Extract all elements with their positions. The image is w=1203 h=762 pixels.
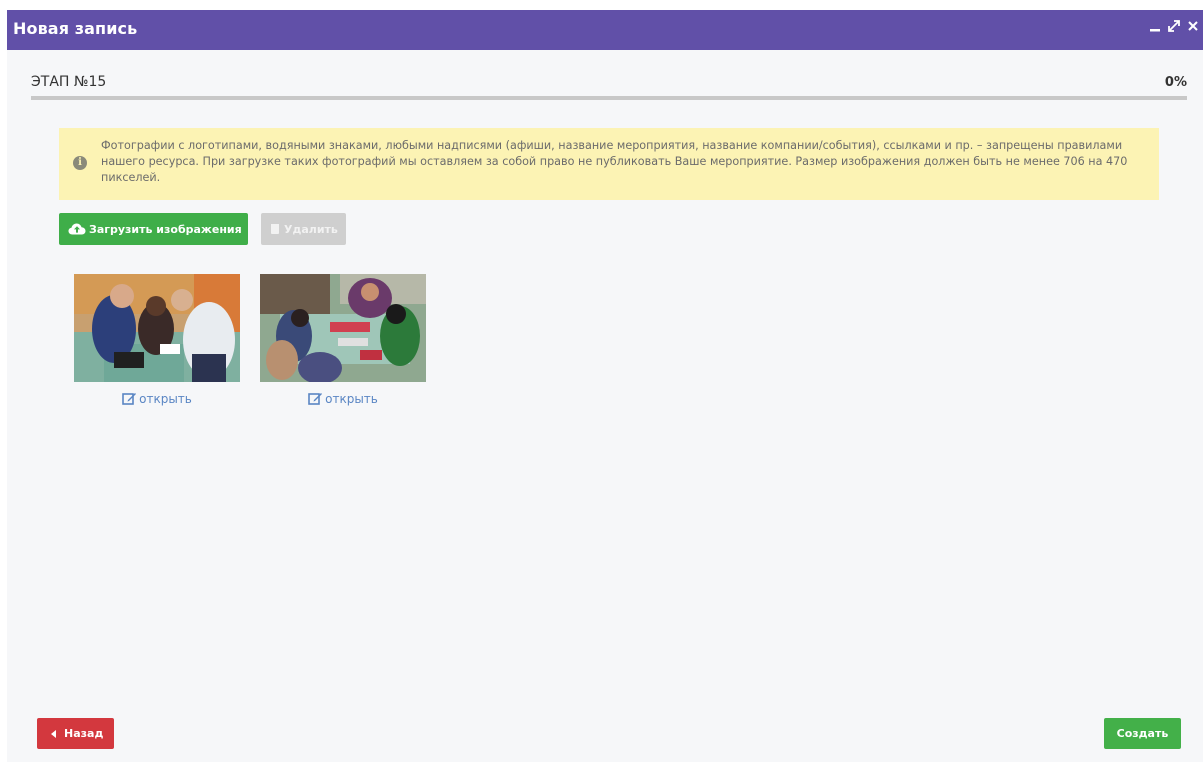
back-button[interactable]: Назад xyxy=(37,718,114,749)
uploaded-image-thumbnail[interactable] xyxy=(260,274,426,382)
create-button-label: Создать xyxy=(1116,727,1169,740)
edit-icon xyxy=(308,393,323,405)
close-icon[interactable] xyxy=(1187,18,1199,38)
stage-label: ЭТАП №15 xyxy=(31,74,107,90)
info-alert: i Фотографии с логотипами, водяными знак… xyxy=(59,128,1159,200)
alert-text: Фотографии с логотипами, водяными знакам… xyxy=(101,139,1128,184)
trash-icon xyxy=(271,224,279,234)
back-button-label: Назад xyxy=(64,727,104,740)
open-link-label: открыть xyxy=(139,391,192,406)
dialog-titlebar[interactable]: Новая запись xyxy=(7,10,1203,50)
minimize-icon[interactable] xyxy=(1149,18,1161,38)
image-card: открыть xyxy=(260,274,426,406)
delete-button[interactable]: Удалить xyxy=(261,213,346,245)
image-card: открыть xyxy=(74,274,240,406)
window-controls xyxy=(1149,18,1199,38)
dialog-title: Новая запись xyxy=(13,19,138,38)
uploaded-image-thumbnail[interactable] xyxy=(74,274,240,382)
open-link-label: открыть xyxy=(325,391,378,406)
cloud-upload-icon xyxy=(68,223,86,235)
info-icon: i xyxy=(73,156,87,170)
open-image-link[interactable]: открыть xyxy=(260,391,426,406)
open-image-link[interactable]: открыть xyxy=(74,391,240,406)
caret-left-icon xyxy=(51,729,56,738)
maximize-icon[interactable] xyxy=(1167,18,1181,38)
create-button[interactable]: Создать xyxy=(1104,718,1181,749)
progress-bar xyxy=(31,96,1187,100)
delete-button-label: Удалить xyxy=(284,222,338,236)
new-record-dialog: Новая запись ЭТАП №15 0% i Фотографии с … xyxy=(7,10,1203,762)
progress-percent: 0% xyxy=(1164,75,1187,90)
upload-images-button[interactable]: Загрузить изображения xyxy=(59,213,248,245)
upload-button-label: Загрузить изображения xyxy=(89,222,242,236)
edit-icon xyxy=(122,393,137,405)
